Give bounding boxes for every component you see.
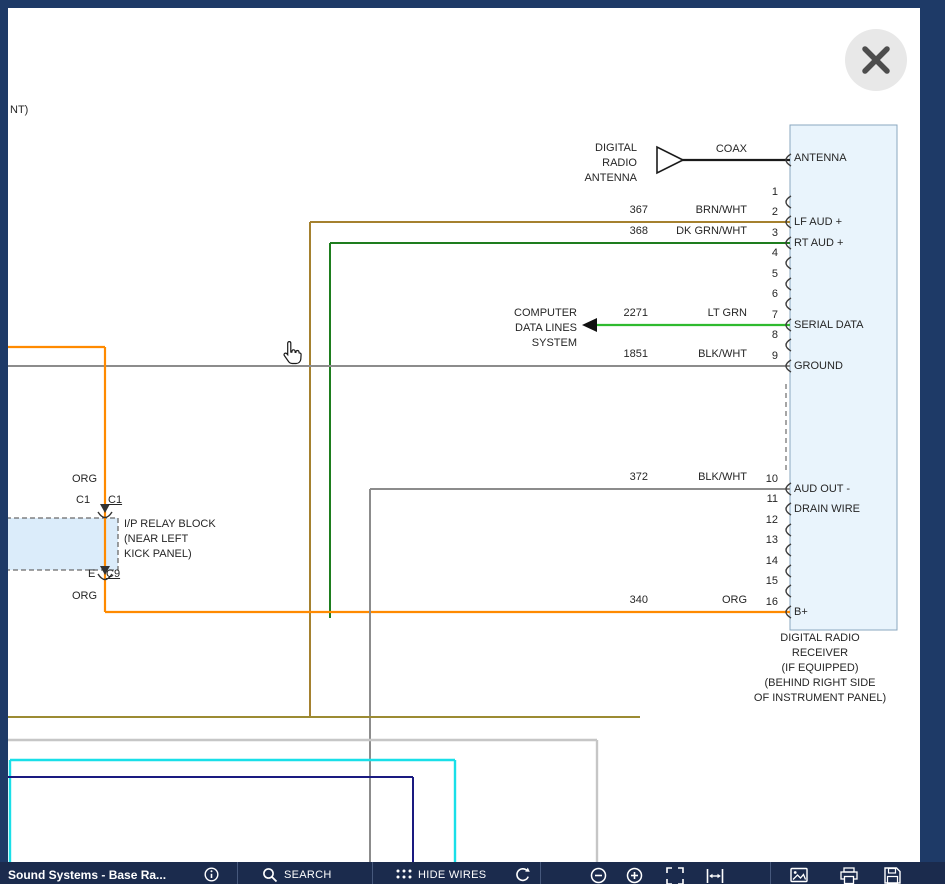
wires-dots-icon bbox=[396, 869, 412, 881]
ip-relay-block-box bbox=[6, 518, 118, 570]
wire-color-label: BRN/WHT bbox=[653, 204, 747, 217]
reset-view-icon[interactable] bbox=[514, 867, 531, 884]
pin-number: 15 bbox=[752, 575, 778, 587]
wire-368-dk-grn-wht bbox=[330, 243, 790, 618]
pin-number: 8 bbox=[752, 329, 778, 341]
receiver-connector-box bbox=[790, 125, 897, 630]
wire-color-label: DK GRN/WHT bbox=[653, 225, 747, 238]
pin-label-drain-wire: DRAIN WIRE bbox=[794, 503, 860, 515]
pin-number: 7 bbox=[752, 309, 778, 321]
c1-label: C1 bbox=[76, 494, 90, 507]
toolbar-divider bbox=[540, 862, 541, 884]
wire-dk-blu bbox=[8, 777, 413, 862]
c1-link[interactable]: C1 bbox=[108, 494, 122, 507]
wire-cyan bbox=[10, 760, 455, 862]
pin-number: 10 bbox=[752, 473, 778, 485]
pin-number: 9 bbox=[752, 350, 778, 362]
pin-number: 5 bbox=[752, 268, 778, 280]
close-button[interactable] bbox=[845, 29, 907, 91]
zoom-out-icon[interactable] bbox=[590, 867, 607, 884]
circuit-label: 1851 bbox=[598, 348, 648, 361]
zoom-in-icon[interactable] bbox=[626, 867, 643, 884]
digital-radio-antenna-caption: DIGITAL RADIO ANTENNA bbox=[537, 141, 637, 186]
pin-label-ground: GROUND bbox=[794, 360, 843, 372]
pin-label-serial-data: SERIAL DATA bbox=[794, 319, 863, 331]
pin-number: 13 bbox=[752, 534, 778, 546]
circuit-label: 372 bbox=[598, 471, 648, 484]
org-label-top: ORG bbox=[57, 473, 97, 486]
circuit-label: 368 bbox=[598, 225, 648, 238]
pin-number: 3 bbox=[752, 227, 778, 239]
wire-color-label: BLK/WHT bbox=[653, 471, 747, 484]
circuit-label: 367 bbox=[598, 204, 648, 217]
close-icon bbox=[861, 45, 891, 75]
wire-color-label: ORG bbox=[653, 594, 747, 607]
wire-color-label: BLK/WHT bbox=[653, 348, 747, 361]
receiver-caption: DIGITAL RADIO RECEIVER (IF EQUIPPED) (BE… bbox=[720, 631, 920, 706]
pin-label-lf-aud: LF AUD + bbox=[794, 216, 842, 228]
clipped-left-text: NT) bbox=[10, 104, 28, 117]
pin-label-b-plus: B+ bbox=[794, 606, 808, 618]
diagram-title: Sound Systems - Base Ra... bbox=[8, 868, 166, 882]
export-image-icon[interactable] bbox=[790, 867, 808, 883]
pin-number: 16 bbox=[752, 596, 778, 608]
fit-width-icon[interactable] bbox=[706, 867, 724, 884]
wire-color-label: LT GRN bbox=[653, 307, 747, 320]
c9-link[interactable]: C9 bbox=[106, 568, 120, 581]
computer-data-lines-caption: COMPUTER DATA LINES SYSTEM bbox=[477, 306, 577, 351]
bottom-toolbar: Sound Systems - Base Ra... SEARCH HIDE W… bbox=[0, 862, 945, 884]
toolbar-divider bbox=[372, 862, 373, 884]
print-icon[interactable] bbox=[840, 867, 858, 884]
app-window: NT) DIGITAL RADIO ANTENNA COAX COMPUTER … bbox=[0, 0, 945, 884]
search-button[interactable]: SEARCH bbox=[284, 869, 332, 881]
coax-label: COAX bbox=[655, 143, 747, 156]
ip-relay-block-caption: I/P RELAY BLOCK (NEAR LEFT KICK PANEL) bbox=[124, 517, 216, 562]
pin-number: 2 bbox=[752, 206, 778, 218]
save-icon[interactable] bbox=[884, 867, 901, 884]
info-icon[interactable] bbox=[204, 867, 219, 882]
frame-top bbox=[0, 0, 945, 8]
circuit-label: 340 bbox=[598, 594, 648, 607]
wire-lt-gry bbox=[8, 740, 597, 862]
frame-left bbox=[0, 8, 8, 862]
pin-number: 14 bbox=[752, 555, 778, 567]
computer-data-arrow-icon bbox=[582, 318, 597, 332]
pin-number: 6 bbox=[752, 288, 778, 300]
pin-number: 4 bbox=[752, 247, 778, 259]
toolbar-divider bbox=[770, 862, 771, 884]
search-icon[interactable] bbox=[262, 867, 278, 883]
diagram-canvas[interactable] bbox=[0, 0, 945, 884]
hide-wires-button[interactable]: HIDE WIRES bbox=[418, 869, 486, 881]
pin-label-antenna: ANTENNA bbox=[794, 152, 847, 164]
org-label-bottom: ORG bbox=[57, 590, 97, 603]
frame-right bbox=[920, 8, 945, 862]
toolbar-divider bbox=[237, 862, 238, 884]
wire-367-brn-wht bbox=[310, 222, 790, 717]
fit-screen-icon[interactable] bbox=[666, 867, 684, 884]
pin-label-aud-out: AUD OUT - bbox=[794, 483, 850, 495]
circuit-label: 2271 bbox=[598, 307, 648, 320]
pin-number: 1 bbox=[752, 186, 778, 198]
pin-number: 12 bbox=[752, 514, 778, 526]
pin-number: 11 bbox=[752, 493, 778, 505]
pin-label-rt-aud: RT AUD + bbox=[794, 237, 843, 249]
hand-cursor-icon bbox=[281, 340, 305, 368]
e-label: E bbox=[88, 568, 95, 581]
